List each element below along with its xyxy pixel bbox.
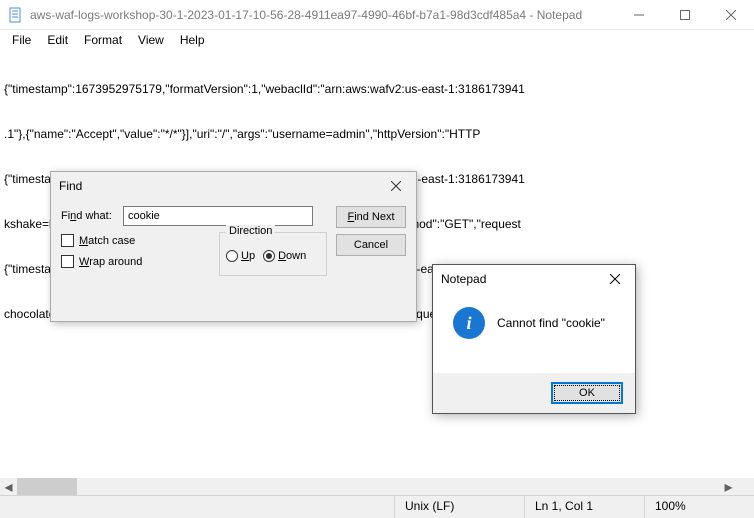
radio-icon — [263, 250, 275, 262]
window-title: aws-waf-logs-workshop-30-1-2023-01-17-10… — [30, 8, 616, 22]
scroll-right-icon[interactable]: ▸ — [720, 478, 737, 495]
minimize-button[interactable] — [616, 0, 662, 30]
direction-group: Direction Up Down — [219, 232, 327, 276]
close-button[interactable] — [708, 0, 754, 30]
notepad-icon — [8, 7, 24, 23]
title-bar: aws-waf-logs-workshop-30-1-2023-01-17-10… — [0, 0, 754, 30]
checkbox-icon — [61, 255, 74, 268]
scroll-corner — [737, 478, 754, 495]
status-zoom: 100% — [644, 496, 754, 518]
find-next-button[interactable]: Find Next — [336, 206, 406, 228]
text-line: {"timestamp":1673952975179,"formatVersio… — [4, 82, 750, 97]
direction-label: Direction — [226, 225, 275, 237]
menu-bar: File Edit Format View Help — [0, 30, 754, 50]
menu-file[interactable]: File — [4, 31, 39, 49]
alert-dialog: Notepad i Cannot find "cookie" OK — [432, 264, 636, 414]
alert-message: Cannot find "cookie" — [497, 316, 605, 330]
find-dialog-title: Find — [59, 179, 82, 193]
find-dialog-titlebar[interactable]: Find — [51, 172, 416, 200]
menu-format[interactable]: Format — [76, 31, 130, 49]
text-line: .1"},{"name":"Accept","value":"*/*"}],"u… — [4, 127, 750, 142]
menu-help[interactable]: Help — [172, 31, 213, 49]
find-what-label: Find what: — [61, 210, 117, 222]
direction-up-radio[interactable]: Up — [226, 250, 255, 262]
menu-view[interactable]: View — [130, 31, 172, 49]
status-encoding: Unix (LF) — [394, 496, 524, 518]
horizontal-scrollbar[interactable]: ◂ ▸ — [0, 478, 737, 495]
ok-button[interactable]: OK — [551, 382, 623, 404]
radio-icon — [226, 250, 238, 262]
scrollbar-thumb[interactable] — [17, 478, 77, 495]
find-close-button[interactable] — [384, 176, 408, 196]
status-position: Ln 1, Col 1 — [524, 496, 644, 518]
find-dialog: Find Find what: Find Next Cancel Directi… — [50, 171, 417, 322]
find-what-input[interactable] — [123, 206, 313, 226]
status-bar: Unix (LF) Ln 1, Col 1 100% — [0, 495, 754, 518]
checkbox-icon — [61, 234, 74, 247]
info-icon: i — [453, 307, 485, 339]
scroll-left-icon[interactable]: ◂ — [0, 478, 17, 495]
alert-titlebar[interactable]: Notepad — [433, 265, 635, 293]
menu-edit[interactable]: Edit — [39, 31, 76, 49]
cancel-button[interactable]: Cancel — [336, 234, 406, 256]
alert-title-text: Notepad — [441, 272, 486, 286]
maximize-button[interactable] — [662, 0, 708, 30]
direction-down-radio[interactable]: Down — [263, 250, 306, 262]
alert-close-button[interactable] — [603, 269, 627, 289]
